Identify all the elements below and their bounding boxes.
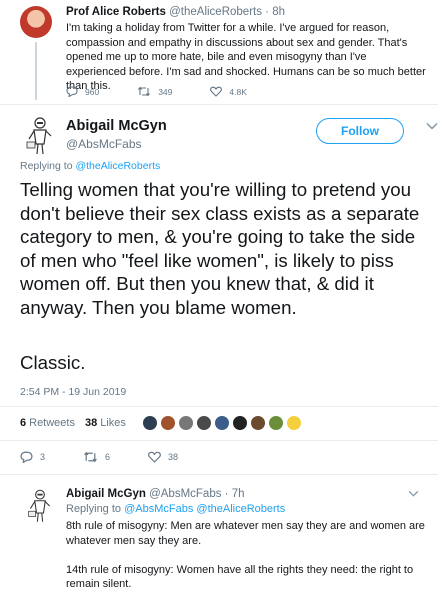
divider (0, 474, 438, 475)
like-button[interactable]: 38 (148, 451, 178, 463)
avatar[interactable] (20, 6, 52, 38)
reply-count: 3 (40, 452, 46, 462)
liker-avatar[interactable] (285, 415, 302, 431)
reply-button[interactable]: 960 (66, 86, 99, 97)
tweet-text: I'm taking a holiday from Twitter for a … (66, 22, 426, 92)
author-handle[interactable]: @AbsMcFabs (149, 488, 221, 500)
divider (0, 104, 438, 105)
separator-dot: · (224, 488, 229, 500)
tweet-actions: 3 6 38 (20, 451, 216, 463)
replying-to: Replying to @AbsMcFabs @theAliceRoberts (66, 503, 285, 515)
separator-dot: · (265, 6, 270, 18)
tweet-paragraph: 8th rule of misogyny: Men are whatever m… (66, 520, 425, 547)
retweet-count: 349 (158, 86, 173, 97)
replying-to: Replying to @theAliceRoberts (20, 160, 160, 172)
author-handle[interactable]: @theAliceRoberts (169, 6, 262, 18)
heart-icon (148, 451, 161, 463)
reply-icon (20, 451, 33, 463)
tweet-time[interactable]: 8h (272, 6, 285, 18)
avatar[interactable] (26, 486, 54, 526)
reply-button[interactable]: 3 (20, 451, 45, 463)
liker-avatar[interactable] (159, 415, 176, 431)
divider (0, 440, 438, 441)
reply-tweet-text: 8th rule of misogyny: Men are whatever m… (66, 519, 428, 600)
author-handle[interactable]: @AbsMcFabs (66, 137, 142, 151)
author-name[interactable]: Abigail McGyn (66, 488, 146, 500)
replying-to-link[interactable]: @AbsMcFabs @theAliceRoberts (124, 503, 285, 515)
tweet-text: Telling women that you're willing to pre… (20, 179, 420, 318)
follow-button[interactable]: Follow (316, 118, 404, 144)
liker-avatar[interactable] (141, 415, 158, 431)
chevron-down-icon[interactable] (408, 490, 419, 497)
liker-avatar[interactable] (195, 415, 212, 431)
liker-avatar[interactable] (177, 415, 194, 431)
retweets-stat-label[interactable]: Retweets (29, 417, 75, 429)
tweet-timestamp[interactable]: 2:54 PM - 19 Jun 2019 (20, 386, 126, 398)
likes-stat-count[interactable]: 38 (85, 417, 97, 429)
reply-count: 960 (85, 86, 100, 97)
likes-stat-label[interactable]: Likes (100, 417, 126, 429)
main-tweet-header: Abigail McGyn @AbsMcFabs Follow (20, 116, 438, 156)
liker-avatars (141, 415, 304, 431)
like-button[interactable]: 4.8K (210, 86, 247, 97)
author-name[interactable]: Prof Alice Roberts (66, 6, 166, 18)
reply-icon (66, 86, 78, 97)
replying-prefix: Replying to (66, 503, 122, 515)
liker-avatar[interactable] (231, 415, 248, 431)
reply-tweet-header: Abigail McGyn @AbsMcFabs · 7h (66, 488, 245, 500)
liker-avatar[interactable] (249, 415, 266, 431)
tweet-time[interactable]: 7h (232, 488, 245, 500)
divider (0, 406, 438, 407)
tweet-header: Prof Alice Roberts @theAliceRoberts · 8h (66, 6, 285, 18)
tweet-paragraph: 14th rule of misogyny: Women have all th… (66, 563, 414, 591)
tweet-text-closing: Classic. (20, 352, 86, 373)
retweet-button[interactable]: 6 (83, 451, 110, 463)
author-name[interactable]: Abigail McGyn (66, 118, 167, 134)
replying-to-link[interactable]: @theAliceRoberts (75, 160, 160, 172)
tweet-actions: 960 349 4.8K (66, 86, 285, 97)
like-count: 38 (168, 452, 179, 462)
liker-avatar[interactable] (267, 415, 284, 431)
retweet-icon (138, 86, 151, 97)
replying-prefix: Replying to (20, 160, 73, 172)
retweet-count: 6 (105, 452, 111, 462)
heart-icon (210, 86, 223, 97)
chevron-down-icon[interactable] (426, 122, 438, 130)
avatar[interactable] (24, 116, 56, 156)
retweet-button[interactable]: 349 (137, 86, 172, 97)
retweet-icon (84, 451, 97, 463)
thread-line (35, 42, 37, 100)
retweets-stat-count[interactable]: 6 (20, 417, 26, 429)
liker-avatar[interactable] (213, 415, 230, 431)
parent-tweet[interactable]: Prof Alice Roberts @theAliceRoberts · 8h… (0, 0, 438, 104)
like-count: 4.8K (229, 86, 247, 97)
tweet-stats: 6 Retweets 38 Likes (20, 410, 418, 436)
